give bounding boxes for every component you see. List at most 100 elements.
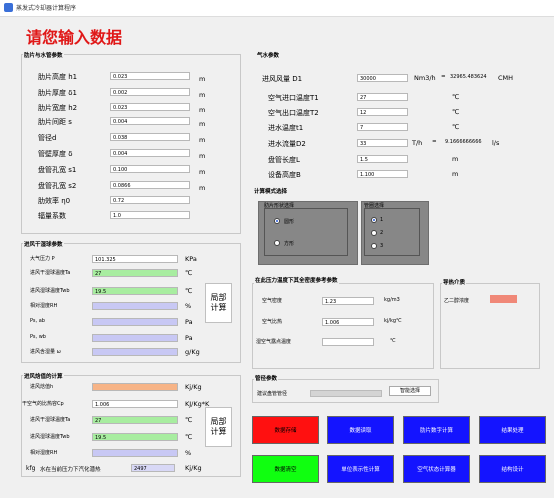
fin-row-unit: m bbox=[199, 91, 206, 99]
air-row-label: 盘管长度L bbox=[268, 156, 300, 164]
inlet-row-label: 进风湿球温度Twb bbox=[30, 288, 70, 294]
fin-row-input[interactable]: 0.72 bbox=[110, 196, 190, 204]
inlet-air-group-title: 进风干湿球参数 bbox=[23, 240, 64, 248]
inlet-row-unit: Pa bbox=[185, 334, 193, 342]
air-row-input[interactable]: 30000 bbox=[357, 74, 408, 82]
inlet-row-unit: g/Kg bbox=[185, 348, 200, 356]
fin-row-label: 肋片厚度 δ1 bbox=[38, 89, 77, 97]
save-data-button[interactable]: 数据存储 bbox=[252, 416, 319, 444]
air-row-input[interactable]: 1.100 bbox=[357, 170, 408, 178]
fin-row-input[interactable]: 1.0 bbox=[110, 211, 190, 219]
enthalpy-row-input[interactable]: 1.006 bbox=[92, 400, 178, 408]
radio-tube-3-label: 3 bbox=[380, 243, 384, 249]
fin-row-input[interactable]: 0.023 bbox=[110, 103, 190, 111]
air-row-unit: m bbox=[452, 155, 459, 163]
ref-row-unit: ℃ bbox=[390, 338, 396, 344]
air-row-input[interactable]: 12 bbox=[357, 108, 408, 116]
fin-row-unit: m bbox=[199, 136, 206, 144]
glycol-label: 乙二醇浓度 bbox=[444, 298, 470, 304]
air-row-eq: = bbox=[441, 74, 446, 80]
air-row-unit: ℃ bbox=[452, 123, 460, 131]
enthalpy-row-input[interactable]: 19.5 bbox=[92, 433, 178, 441]
thermal-title: 导热介质 bbox=[442, 278, 467, 286]
radio-tube-2[interactable] bbox=[371, 230, 377, 236]
enthalpy-row-input[interactable] bbox=[92, 383, 178, 391]
result-button[interactable]: 结果处理 bbox=[479, 416, 546, 444]
latent-heat-label: 水在当前压力下汽化潜热 bbox=[40, 467, 101, 473]
radio-fin-round[interactable] bbox=[274, 218, 280, 224]
ref-row-label: 湿空气露点温度 bbox=[256, 339, 292, 345]
inlet-row-input[interactable] bbox=[92, 302, 178, 310]
fin-row-input[interactable]: 0.023 bbox=[110, 72, 190, 80]
enthalpy-row-input[interactable] bbox=[92, 449, 178, 457]
air-state-button[interactable]: 空气状态计算器 bbox=[403, 455, 470, 483]
latent-heat-unit: Kj/Kg bbox=[185, 464, 202, 472]
inlet-row-input[interactable] bbox=[92, 334, 178, 342]
load-data-button[interactable]: 数据读取 bbox=[327, 416, 394, 444]
radio-tube-1[interactable] bbox=[371, 217, 377, 223]
radio-fin-round-label: 圆形 bbox=[284, 219, 295, 225]
air-row-input[interactable]: 1.5 bbox=[357, 155, 408, 163]
inlet-row-input[interactable]: 19.5 bbox=[92, 287, 178, 295]
ref-row-label: 空气密度 bbox=[262, 298, 283, 304]
enthalpy-row-label: 相对湿度RH bbox=[30, 450, 58, 456]
air-row-label: 进风风量 D1 bbox=[262, 75, 303, 83]
fin-row-label: 肋片高度 h1 bbox=[38, 73, 78, 81]
radio-fin-square[interactable] bbox=[274, 240, 280, 246]
enthalpy-calc-button[interactable]: 局部 计算 bbox=[205, 407, 232, 447]
fin-row-input[interactable]: 0.0866 bbox=[110, 181, 190, 189]
fin-row-input[interactable]: 0.004 bbox=[110, 149, 190, 157]
title-bar: 蒸发式冷却器计算程序 bbox=[0, 0, 554, 17]
latent-heat-prefix: kfg bbox=[26, 465, 36, 472]
fin-row-unit: m bbox=[199, 75, 206, 83]
air-row-input[interactable]: 27 bbox=[357, 93, 408, 101]
inlet-row-input[interactable]: 101.325 bbox=[92, 255, 178, 263]
reference-group bbox=[252, 283, 434, 369]
glycol-swatch[interactable] bbox=[490, 295, 517, 303]
page-heading: 请您输入数据 bbox=[26, 28, 123, 47]
fin-row-input[interactable]: 0.038 bbox=[110, 133, 190, 141]
air-row-input[interactable]: 7 bbox=[357, 123, 408, 131]
fin-row-label: 肋效率 η0 bbox=[38, 197, 71, 205]
unit-calc-button[interactable]: 单位表示性计算 bbox=[327, 455, 394, 483]
inlet-row-input[interactable]: 27 bbox=[92, 269, 178, 277]
enthalpy-row-unit: Kj/Kg bbox=[185, 383, 202, 391]
inlet-row-unit: % bbox=[185, 302, 192, 310]
radio-fin-square-label: 方形 bbox=[284, 241, 295, 247]
air-row-unit: ℃ bbox=[452, 108, 460, 116]
air-row-extra: 9.1666666666 bbox=[445, 139, 482, 145]
radio-tube-2-label: 2 bbox=[380, 230, 384, 236]
fin-row-input[interactable]: 0.100 bbox=[110, 165, 190, 173]
air-row-extra-unit: CMH bbox=[498, 74, 514, 82]
ref-row-input[interactable]: 1.006 bbox=[322, 318, 374, 326]
fin-row-unit: m bbox=[199, 184, 206, 192]
ref-row-input[interactable] bbox=[322, 338, 374, 346]
inlet-row-input[interactable] bbox=[92, 348, 178, 356]
struct-design-button[interactable]: 结构设计 bbox=[479, 455, 546, 483]
inlet-row-unit: ℃ bbox=[185, 269, 193, 277]
enthalpy-row-input[interactable]: 27 bbox=[92, 416, 178, 424]
latent-heat-input[interactable]: 2497 bbox=[131, 464, 175, 472]
air-row-unit: Nm3/h bbox=[414, 74, 436, 82]
reference-title: 在此压力温度下其全密度参考参数 bbox=[254, 276, 339, 284]
window-title: 蒸发式冷却器计算程序 bbox=[16, 5, 77, 12]
fin-row-label: 管径d bbox=[38, 134, 57, 142]
fin-calc-button[interactable]: 肋片数字计算 bbox=[403, 416, 470, 444]
inlet-calc-button[interactable]: 局部 计算 bbox=[205, 283, 232, 323]
ref-row-input[interactable]: 1.23 bbox=[322, 297, 374, 305]
fin-row-input[interactable]: 0.002 bbox=[110, 88, 190, 96]
ref-row-label: 空气比热 bbox=[262, 319, 283, 325]
radio-tube-3[interactable] bbox=[371, 243, 377, 249]
inlet-row-label: Ps, wb bbox=[30, 334, 46, 340]
fin-row-unit: m bbox=[199, 152, 206, 160]
smart-select-button[interactable]: 智能选择 bbox=[389, 386, 431, 396]
fin-row-input[interactable]: 0.004 bbox=[110, 117, 190, 125]
ref-row-unit: kg/m3 bbox=[384, 297, 400, 303]
inlet-row-input[interactable] bbox=[92, 318, 178, 326]
air-row-input[interactable]: 33 bbox=[357, 139, 408, 147]
air-row-unit: T/h bbox=[412, 139, 423, 147]
air-row-eq: = bbox=[432, 139, 437, 145]
fin-shape-box bbox=[264, 208, 348, 256]
clear-data-button[interactable]: 数据清空 bbox=[252, 455, 319, 483]
inlet-row-unit: KPa bbox=[185, 255, 197, 263]
